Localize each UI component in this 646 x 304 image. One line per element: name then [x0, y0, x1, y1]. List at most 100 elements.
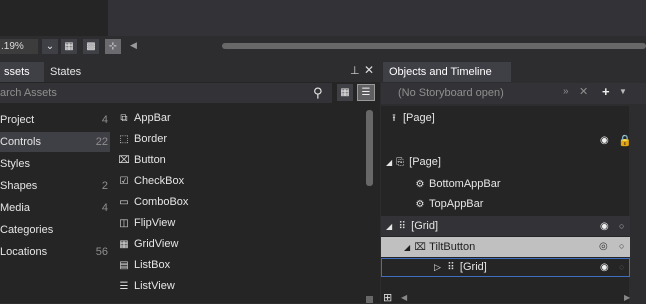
category-categories[interactable]: Categories: [0, 220, 110, 240]
lock-dot-icon[interactable]: ○: [619, 241, 624, 251]
timeline-icon[interactable]: ⊞: [383, 291, 397, 304]
button-icon: ⌧: [118, 155, 130, 166]
button-icon: ⌧: [414, 242, 426, 253]
snap-to-grid-button[interactable]: ▩: [83, 39, 99, 54]
grid-icon: ⠿: [447, 262, 455, 273]
asset-label: GridView: [134, 238, 179, 250]
scroll-right-icon[interactable]: ▶: [624, 293, 630, 302]
list-view-button[interactable]: ☰: [357, 84, 375, 101]
category-styles[interactable]: Styles: [0, 154, 110, 174]
scroll-left-icon[interactable]: ◀: [130, 40, 137, 51]
scroll-left-icon[interactable]: ◀: [401, 293, 407, 302]
tree-node-label: TopAppBar: [429, 198, 484, 210]
tree-node-label: TiltButton: [429, 241, 476, 253]
lock-dot-icon[interactable]: ○: [619, 221, 624, 231]
category-locations[interactable]: Locations 56: [0, 242, 110, 262]
expand-arrow-icon[interactable]: ◢: [386, 222, 392, 231]
zoom-field[interactable]: .19%: [0, 39, 38, 54]
tree-node-label: [Grid]: [411, 220, 439, 232]
snap-lines-icon: ⊹: [108, 41, 118, 52]
category-count: 22: [95, 136, 108, 148]
tree-node-scope-up[interactable]: ⭱ [Page]: [388, 108, 435, 128]
tree-node-label: BottomAppBar: [429, 178, 501, 190]
flipview-icon: ◫: [119, 218, 129, 229]
add-storyboard-icon[interactable]: +: [602, 84, 610, 99]
category-label: Categories: [0, 224, 54, 236]
grid-view-button[interactable]: ▦: [337, 84, 353, 101]
asset-item-button[interactable]: ⌧ Button: [118, 150, 166, 170]
tree-node-label: [Page]: [409, 156, 441, 168]
scrollbar-end[interactable]: [366, 296, 373, 303]
grid-view-icon: ▦: [340, 87, 350, 98]
category-label: Media: [0, 202, 30, 214]
asset-item-appbar[interactable]: ⧉ AppBar: [118, 108, 171, 128]
tab-assets-label: ssets: [4, 66, 30, 78]
asset-item-checkbox[interactable]: ☑ CheckBox: [118, 171, 185, 191]
expand-arrow-icon[interactable]: ◢: [386, 158, 392, 167]
snap-to-lines-button[interactable]: ⊹: [105, 39, 121, 54]
asset-label: AppBar: [134, 112, 171, 124]
asset-label: FlipView: [134, 217, 176, 229]
asset-item-listview[interactable]: ☰ ListView: [118, 276, 175, 296]
category-shapes[interactable]: Shapes 2: [0, 176, 110, 196]
tab-objects-and-timeline[interactable]: Objects and Timeline: [383, 62, 511, 82]
asset-label: ComboBox: [134, 196, 189, 208]
search-assets-input[interactable]: arch Assets: [0, 83, 332, 103]
show-grid-button[interactable]: ▦: [61, 39, 77, 54]
eye-icon[interactable]: ◉: [600, 221, 609, 232]
listbox-icon: ▤: [119, 260, 129, 271]
collapsed-arrow-icon[interactable]: ▷: [434, 262, 441, 272]
tree-node-label: [Grid]: [459, 261, 487, 273]
pin-icon[interactable]: ⊥: [350, 64, 360, 77]
category-controls[interactable]: Controls 22: [0, 132, 110, 152]
horizontal-scrollbar[interactable]: [222, 43, 646, 49]
asset-item-listbox[interactable]: ▤ ListBox: [118, 255, 170, 275]
asset-item-border[interactable]: ⬚ Border: [118, 129, 167, 149]
lock-dot-icon[interactable]: ○: [619, 262, 624, 272]
tab-states[interactable]: States: [46, 62, 92, 82]
eye-icon[interactable]: ◉: [600, 135, 609, 146]
close-icon[interactable]: ✕: [364, 63, 374, 77]
tab-assets[interactable]: ssets ✕: [0, 62, 44, 98]
grid-icon: ⠿: [398, 221, 406, 232]
checkbox-icon: ☑: [119, 176, 129, 187]
eye-icon[interactable]: ◉: [600, 262, 609, 273]
tree-node-topappbar[interactable]: ⚙ TopAppBar: [414, 194, 484, 214]
lock-icon[interactable]: 🔒: [618, 134, 632, 147]
tree-node-grid[interactable]: ◢ ⠿ [Grid]: [386, 216, 438, 236]
category-label: Styles: [0, 158, 30, 170]
snap-grid-icon: ▩: [86, 41, 96, 52]
tree-node-page[interactable]: ◢ ⎘ [Page]: [386, 152, 441, 172]
zoom-dropdown-button[interactable]: ⌄: [42, 39, 58, 54]
page-icon: ⎘: [396, 157, 405, 168]
asset-label: CheckBox: [134, 175, 185, 187]
chevron-down-icon: ⌄: [45, 41, 55, 52]
eye-icon[interactable]: ◎: [599, 241, 608, 252]
category-media[interactable]: Media 4: [0, 198, 110, 218]
category-label: Project: [0, 114, 35, 126]
asset-item-gridview[interactable]: ▦ GridView: [118, 234, 178, 254]
category-project[interactable]: Project 4: [0, 110, 110, 130]
artboard[interactable]: [0, 0, 108, 36]
expand-arrow-icon[interactable]: ◢: [404, 243, 410, 252]
appbar-icon: ⚙: [415, 179, 425, 190]
asset-item-flipview[interactable]: ◫ FlipView: [118, 213, 175, 233]
asset-item-combobox[interactable]: ▭ ComboBox: [118, 192, 188, 212]
grid-icon: ▦: [64, 41, 74, 52]
search-icon[interactable]: ⚲: [313, 86, 327, 100]
asset-label: Button: [134, 154, 166, 166]
tree-node-inner-grid[interactable]: ▷ ⠿ [Grid]: [434, 257, 487, 277]
category-label: Shapes: [0, 180, 38, 192]
scope-up-icon: ⭱: [392, 113, 396, 124]
close-storyboard-icon[interactable]: ✕: [579, 85, 588, 98]
tree-node-tiltbutton[interactable]: ◢ ⌧ TiltButton: [404, 237, 475, 257]
category-count: 2: [101, 180, 108, 192]
tree-vertical-scrollbar[interactable]: [631, 106, 646, 303]
expand-icon[interactable]: »: [563, 86, 569, 97]
list-view-icon: ☰: [361, 87, 371, 98]
assets-vertical-scrollbar[interactable]: [366, 110, 373, 186]
tree-row-focused-bg: [381, 258, 630, 277]
border-icon: ⬚: [119, 134, 129, 145]
chevron-down-icon[interactable]: ▼: [619, 87, 627, 96]
tree-node-bottomappbar[interactable]: ⚙ BottomAppBar: [414, 174, 501, 194]
